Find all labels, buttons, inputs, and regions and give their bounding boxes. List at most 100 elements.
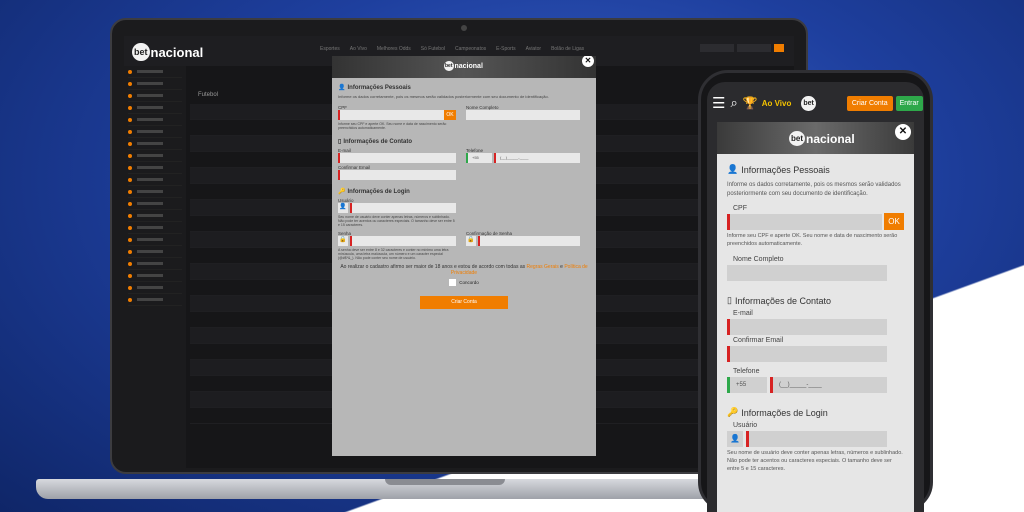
user-icon: 👤 [727,164,739,174]
cpf-input[interactable] [727,214,882,230]
sidebar-item[interactable] [128,102,182,114]
terms-text: Ao realizar o cadastro afirmo ser maior … [338,264,590,276]
sidebar-item[interactable] [128,126,182,138]
sidebar-item[interactable] [128,186,182,198]
cpf-input[interactable] [338,110,444,120]
close-icon[interactable]: ✕ [582,56,594,67]
live-link[interactable]: Ao Vivo [762,99,792,108]
menu-icon[interactable]: ☰ [712,94,725,112]
phone-label: Telefone [733,368,760,375]
full-name-input[interactable] [466,110,580,120]
section-heading: 🔑 Informações de Login [338,188,590,196]
confirm-email-input[interactable] [727,346,887,362]
logo-badge: bet [444,61,454,71]
terms-link[interactable]: Regras Gerais [527,264,559,270]
section-heading: ▯ Informações de Contato [727,295,904,306]
sidebar-item[interactable] [128,222,182,234]
cpf-label: CPF [733,205,747,212]
personal-heading: Informações Pessoais [741,164,830,175]
nav-item[interactable]: Bolão de Ligas [551,46,584,52]
password-input[interactable] [737,44,771,52]
username-input[interactable] [746,431,887,447]
country-code-select[interactable]: +55 [466,153,492,163]
nav-item[interactable]: Só Futebol [421,46,445,52]
nav-item[interactable]: Esportes [320,46,340,52]
laptop-notch [385,479,505,485]
password-confirm-input[interactable] [478,236,580,246]
user-label: Usuário [733,422,758,429]
username-input[interactable] [350,203,456,213]
email-input[interactable] [727,319,887,335]
agree-checkbox[interactable] [449,279,457,286]
sidebar-item[interactable] [128,66,182,78]
sidebar-item[interactable] [128,174,182,186]
sidebar-item[interactable] [128,246,182,258]
full-name-input[interactable] [727,265,887,281]
username-input[interactable] [700,44,734,52]
logo-text: nacional [150,44,204,60]
country-code-select[interactable]: +55 [727,377,767,393]
close-icon[interactable]: ✕ [895,124,911,140]
sidebar-item[interactable] [128,282,182,294]
sidebar-item[interactable] [128,90,182,102]
nav-item[interactable]: Melhores Odds [377,46,411,52]
agree-label: Concordo [459,280,479,285]
phone-input[interactable]: (__)_____-____ [770,377,887,393]
email-input[interactable] [338,153,456,163]
sidebar-item[interactable] [128,138,182,150]
sidebar-item[interactable] [128,114,182,126]
logo-badge: bet [132,43,150,61]
logo-text: nacional [454,62,483,70]
lock-icon: 🔒 [466,236,476,246]
phone-header: ☰ ⌕ 🏆 Ao Vivo bet Criar Conta Entrar [707,90,924,116]
nav-item[interactable]: Aviator [526,46,541,52]
contact-heading: Informações de Contato [343,138,412,145]
phone-input[interactable]: (__)_____-____ [494,153,580,163]
login-button[interactable] [774,44,784,52]
intro-text: Informe os dados corretamente, pois os m… [727,182,901,197]
login-heading: Informações de Login [347,188,410,195]
create-account-button[interactable]: Criar Conta [420,296,508,309]
sidebar-item[interactable] [128,294,182,306]
nav-item[interactable]: Ao Vivo [350,46,367,52]
user-hint: Seu nome de usuário deve conter apenas l… [338,215,455,227]
intro-text: Informe os dados corretamente, pois os m… [338,94,549,99]
section-heading: ▯ Informações de Contato [338,138,590,146]
laptop-camera [461,25,467,31]
trophy-icon[interactable]: 🏆 [743,96,758,110]
logo-text: nacional [806,131,855,146]
sidebar-item[interactable] [128,270,182,282]
phone-icon: ▯ [338,139,342,145]
sidebar-item[interactable] [128,78,182,90]
user-hint: Seu nome de usuário deve conter apenas l… [727,450,903,472]
email-label: E-mail [733,310,753,317]
terms-and: e [560,264,563,270]
login-area [700,44,784,52]
sidebar-item[interactable] [128,162,182,174]
terms-sentence: Ao realizar o cadastro afirmo ser maior … [340,264,526,270]
section-heading: 🔑 Informações de Login [727,407,904,418]
sidebar-item[interactable] [128,234,182,246]
site-logo[interactable]: bet nacional [132,43,203,61]
modal-body: 👤 Informações Pessoais Informe os dados c… [717,154,914,473]
confirm-email-label: Confirmar Email [733,337,784,344]
sport-sidebar [124,66,186,468]
confirm-email-input[interactable] [338,170,456,180]
search-icon[interactable]: ⌕ [730,95,737,111]
sidebar-item[interactable] [128,258,182,270]
password-hint: A senha deve ser entre 8 e 32 caracteres… [338,248,449,260]
sidebar-item[interactable] [128,198,182,210]
contact-heading: Informações de Contato [734,295,832,306]
nav-item[interactable]: E-Sports [496,46,515,52]
cpf-ok-button[interactable]: OK [884,213,904,230]
create-account-button[interactable]: Criar Conta [846,95,893,111]
lock-icon: 🔒 [338,236,348,246]
nav-item[interactable]: Campeonatos [455,46,486,52]
enter-button[interactable]: Entrar [895,95,923,111]
sidebar-item[interactable] [128,150,182,162]
login-heading: Informações de Login [741,407,828,418]
sidebar-item[interactable] [128,210,182,222]
password-input[interactable] [350,236,456,246]
cpf-ok-button[interactable]: OK [444,110,456,120]
phone-logo[interactable]: bet [801,95,817,111]
